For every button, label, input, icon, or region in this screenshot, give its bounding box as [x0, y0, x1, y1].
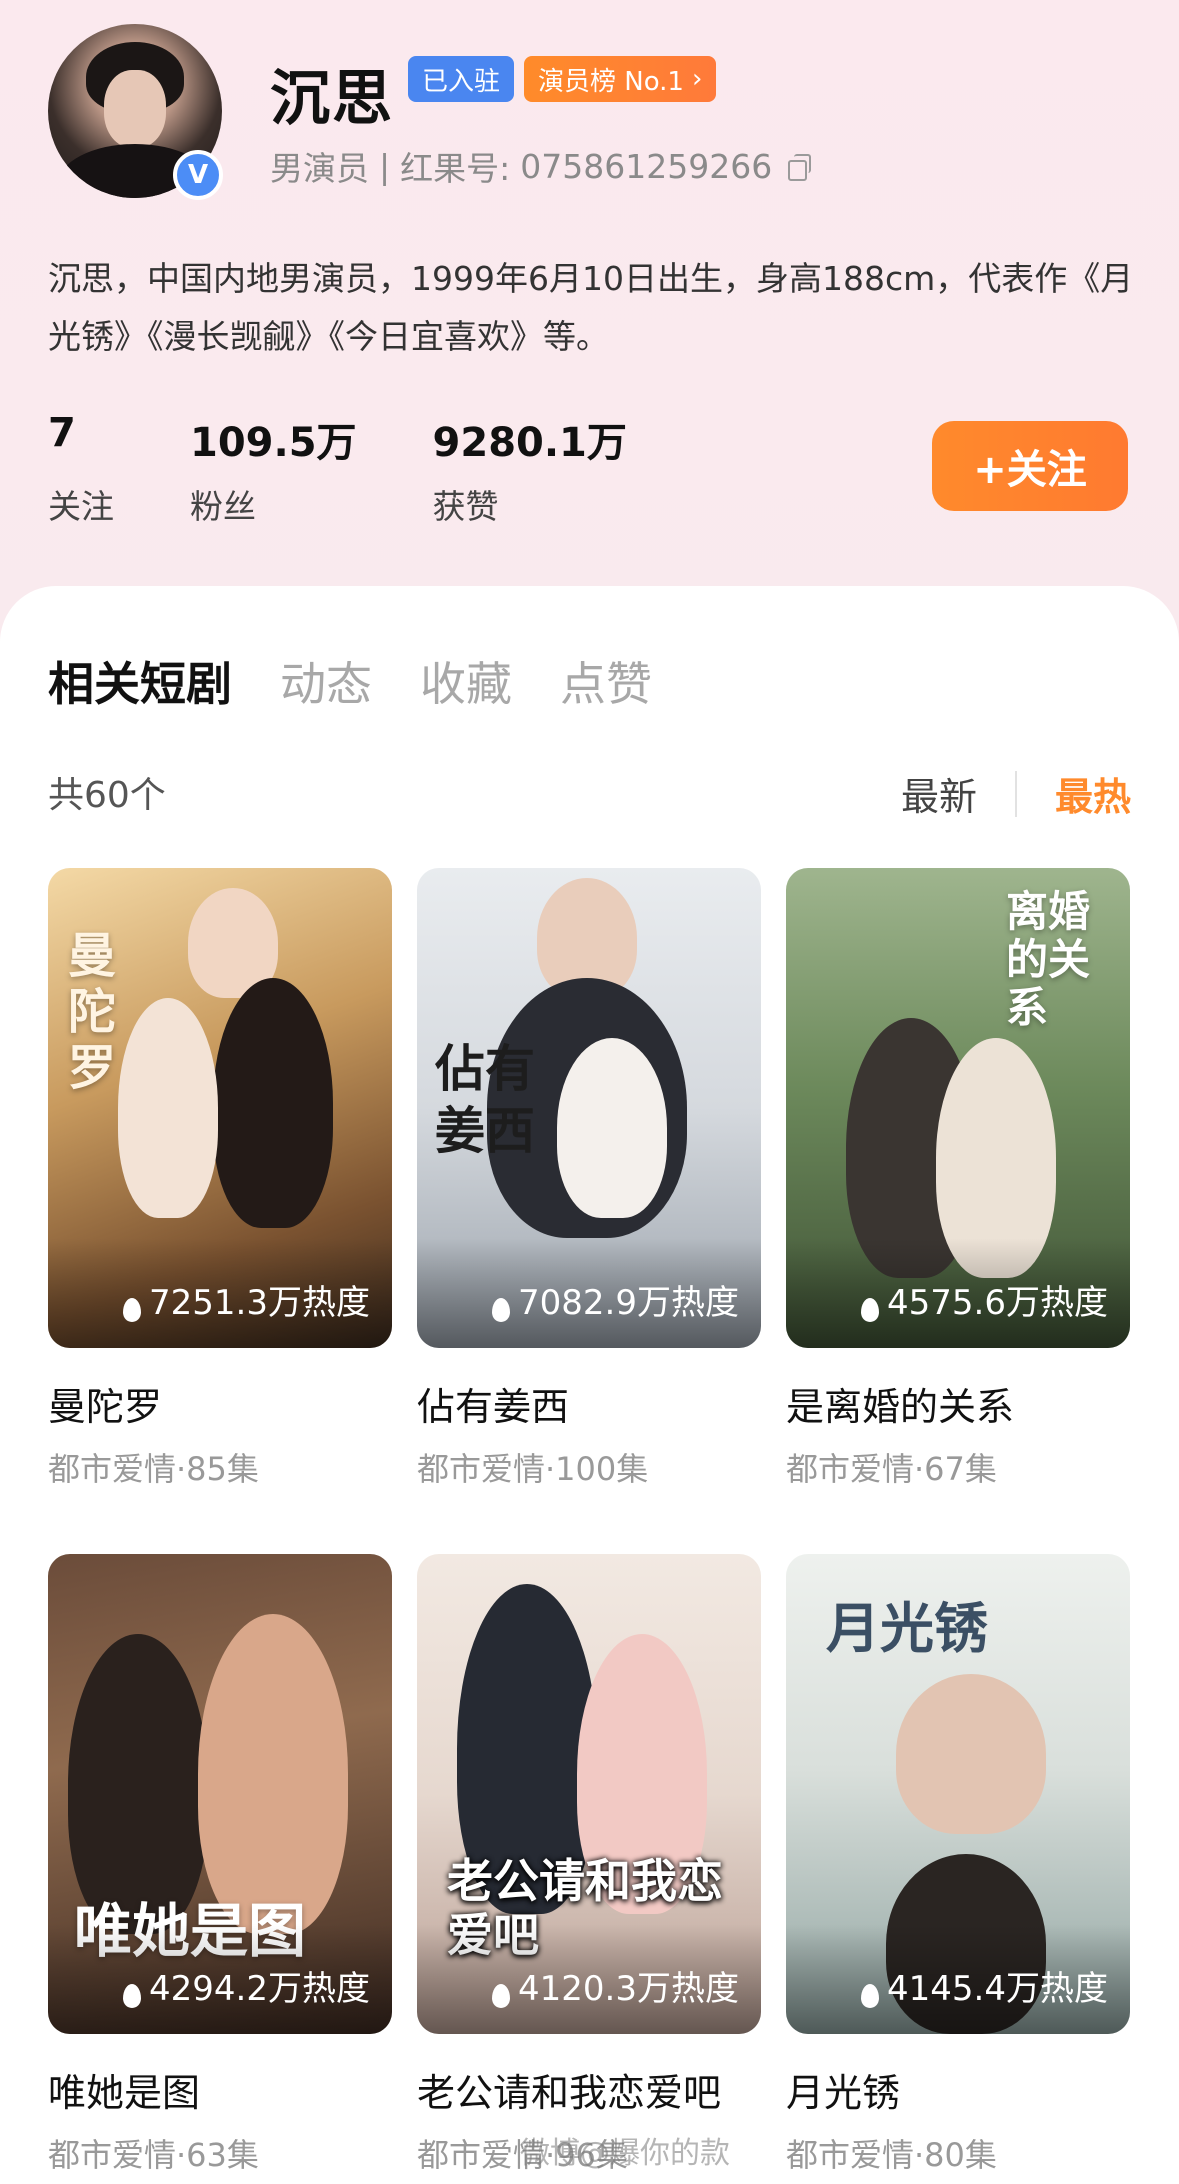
heat-value: 7251.3万热度: [149, 1283, 370, 1323]
tab-favorites[interactable]: 收藏: [420, 648, 512, 714]
sort-control: 最新 最热: [901, 766, 1131, 821]
drama-poster[interactable]: 佔有姜西 7082.9万热度: [417, 868, 761, 1348]
content-panel: 相关短剧 动态 收藏 点赞 共60个 最新 最热 曼陀罗 7251.3万热度 曼…: [0, 586, 1179, 2184]
drama-poster[interactable]: 唯她是图 4294.2万热度: [48, 1554, 392, 2034]
tab-posts[interactable]: 动态: [280, 648, 372, 714]
watermark: 微博@爆你的款: [520, 2136, 730, 2171]
follow-button[interactable]: +关注: [932, 421, 1128, 511]
profile-name: 沉思: [270, 64, 394, 134]
profile-bio: 沉思，中国内地男演员，1999年6月10日出生，身高188cm，代表作《月光锈》…: [48, 259, 1134, 356]
stats-row: 7 关注 109.5万 粉丝 9280.1万 获赞: [48, 410, 703, 528]
drama-grid: 曼陀罗 7251.3万热度 曼陀罗 都市爱情·85集 佔有姜西 7082.9万热…: [48, 868, 1131, 2176]
id-value: 075861259266: [520, 146, 773, 186]
sort-hot[interactable]: 最热: [1055, 766, 1131, 821]
heat-value: 4145.4万热度: [887, 1969, 1108, 2009]
chevron-right-icon: ›: [691, 64, 703, 94]
sort-divider: [1014, 770, 1017, 817]
stat-value: 109.5万: [190, 420, 357, 466]
profile-role: 男演员: [270, 149, 369, 188]
copy-icon[interactable]: [788, 154, 812, 181]
stat-value: 7: [48, 410, 76, 456]
heat-badge: 4120.3万热度: [417, 1924, 761, 2034]
profile-header: V 沉思 已入驻 演员榜 No.1 › 男演员 | 红果号: 075861259…: [0, 0, 1179, 590]
stat-label: 获赞: [432, 487, 499, 526]
sort-latest[interactable]: 最新: [901, 766, 977, 821]
drama-card[interactable]: 老公请和我恋爱吧 4120.3万热度 老公请和我恋爱吧 都市爱情·96集: [417, 1554, 761, 2176]
verified-icon: V: [173, 150, 223, 200]
tab-likes[interactable]: 点赞: [560, 648, 652, 714]
heat-badge: 4145.4万热度: [786, 1924, 1130, 2034]
stat-label: 粉丝: [190, 487, 256, 526]
heat-badge: 7082.9万热度: [417, 1238, 761, 1348]
drama-card[interactable]: 唯她是图 4294.2万热度 唯她是图 都市爱情·63集: [48, 1554, 392, 2176]
settled-badge: 已入驻: [408, 56, 515, 102]
rank-badge[interactable]: 演员榜 No.1 ›: [524, 56, 717, 102]
drama-meta: 都市爱情·67集: [786, 1450, 997, 1488]
flame-icon: [861, 1984, 880, 2008]
stat-value: 9280.1万: [432, 420, 627, 466]
profile-subline: 男演员 | 红果号: 075861259266: [270, 142, 812, 190]
drama-card[interactable]: 月光锈 4145.4万热度 月光锈 都市爱情·80集: [786, 1554, 1130, 2176]
poster-title: 曼陀罗: [68, 928, 117, 1096]
poster-title: 佔有姜西: [435, 1039, 535, 1160]
list-count: 共60个: [48, 775, 166, 816]
heat-badge: 4294.2万热度: [48, 1924, 392, 2034]
stat-likes[interactable]: 9280.1万 获赞: [433, 410, 627, 528]
drama-poster[interactable]: 月光锈 4145.4万热度: [786, 1554, 1130, 2034]
drama-card[interactable]: 曼陀罗 7251.3万热度 曼陀罗 都市爱情·85集: [48, 868, 392, 1490]
drama-meta: 都市爱情·85集: [48, 1450, 259, 1488]
drama-meta: 都市爱情·80集: [786, 2136, 997, 2174]
rank-badge-label: 演员榜 No.1: [538, 66, 684, 97]
drama-meta: 都市爱情·63集: [48, 2136, 259, 2174]
drama-title: 月光锈: [786, 2071, 901, 2115]
drama-title: 是离婚的关系: [786, 1385, 1015, 1429]
heat-value: 4294.2万热度: [149, 1969, 370, 2009]
stat-label: 关注: [48, 487, 114, 526]
poster-title: 月光锈: [826, 1596, 988, 1660]
separator: |: [379, 146, 391, 186]
heat-badge: 4575.6万热度: [786, 1238, 1130, 1348]
drama-title: 曼陀罗: [48, 1385, 163, 1429]
heat-value: 7082.9万热度: [518, 1283, 739, 1323]
drama-meta: 都市爱情·100集: [417, 1450, 649, 1488]
stat-fans[interactable]: 109.5万 粉丝: [190, 410, 357, 528]
heat-value: 4575.6万热度: [887, 1283, 1108, 1323]
drama-card[interactable]: 佔有姜西 7082.9万热度 佔有姜西 都市爱情·100集: [417, 868, 761, 1490]
heat-badge: 7251.3万热度: [48, 1238, 392, 1348]
drama-poster[interactable]: 离婚的关系 4575.6万热度: [786, 868, 1130, 1348]
drama-card[interactable]: 离婚的关系 4575.6万热度 是离婚的关系 都市爱情·67集: [786, 868, 1130, 1490]
heat-value: 4120.3万热度: [518, 1969, 739, 2009]
drama-poster[interactable]: 老公请和我恋爱吧 4120.3万热度: [417, 1554, 761, 2034]
id-label: 红果号:: [400, 149, 511, 188]
drama-poster[interactable]: 曼陀罗 7251.3万热度: [48, 868, 392, 1348]
drama-title: 唯她是图: [48, 2071, 201, 2115]
flame-icon: [123, 1984, 142, 2008]
flame-icon: [123, 1298, 142, 1322]
drama-title: 老公请和我恋爱吧: [417, 2071, 722, 2115]
flame-icon: [861, 1298, 880, 1322]
flame-icon: [492, 1298, 511, 1322]
poster-title: 离婚的关系: [1006, 887, 1091, 1032]
tab-bar: 相关短剧 动态 收藏 点赞: [48, 648, 652, 714]
tab-related-dramas[interactable]: 相关短剧: [48, 648, 232, 714]
stat-following[interactable]: 7 关注: [48, 410, 114, 528]
flame-icon: [492, 1984, 511, 2008]
drama-title: 佔有姜西: [417, 1385, 570, 1429]
